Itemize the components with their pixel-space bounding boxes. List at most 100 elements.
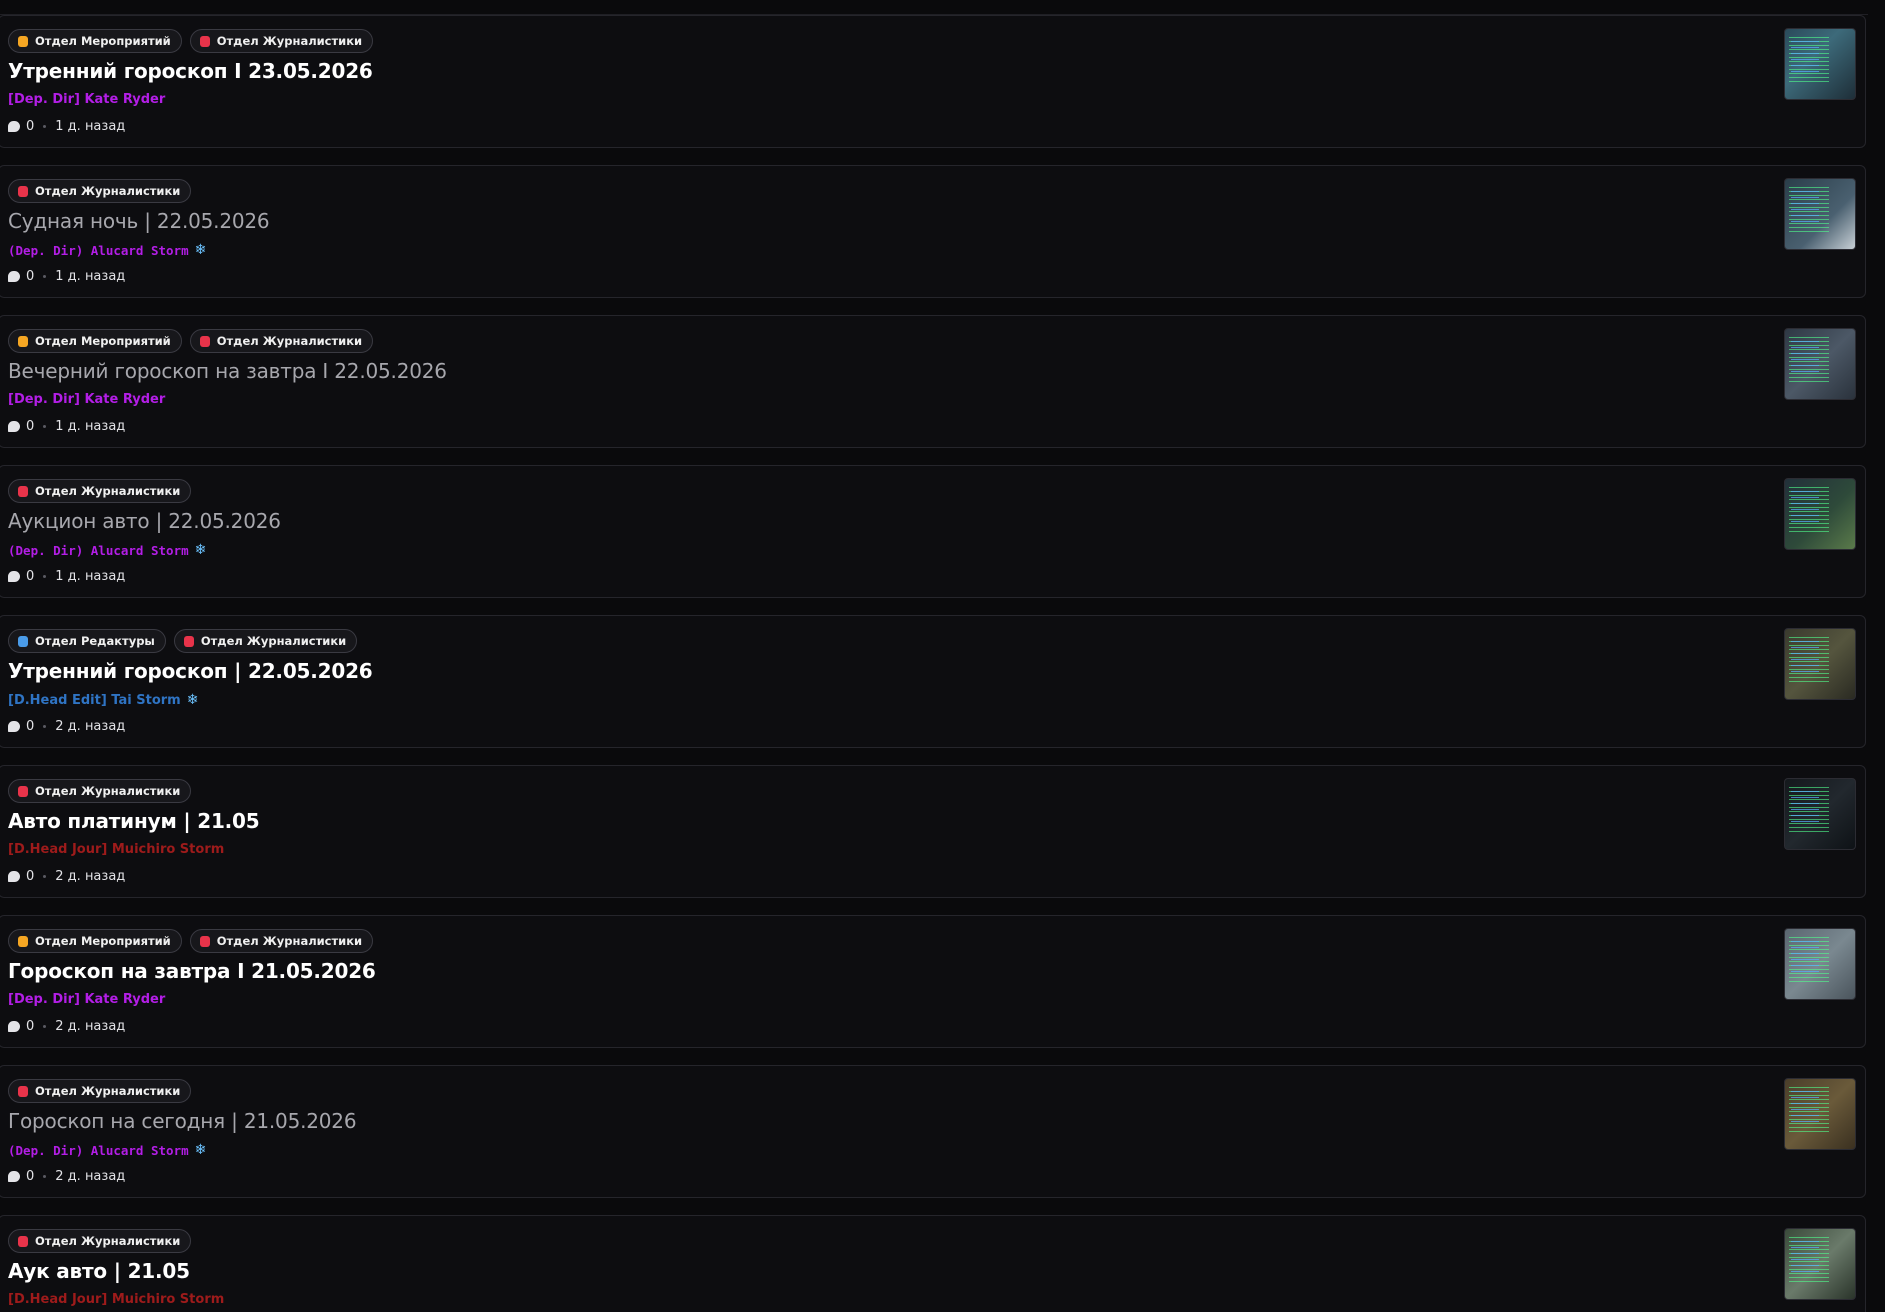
tag-badge[interactable]: Отдел Журналистики bbox=[8, 1229, 192, 1253]
author-name[interactable]: [Dep. Dir] Kate Ryder bbox=[8, 92, 165, 107]
tag-label: Отдел Мероприятий bbox=[35, 934, 171, 948]
reply-count: 0 bbox=[26, 119, 35, 134]
tag-label: Отдел Журналистики bbox=[35, 1084, 181, 1098]
thread-time: 2 д. назад bbox=[55, 719, 126, 734]
tag-label: Отдел Журналистики bbox=[200, 634, 347, 648]
tag-badge[interactable]: Отдел Журналистики bbox=[8, 1079, 192, 1103]
thread-item-6[interactable]: Отдел Журналистики Авто платинум | 21.05… bbox=[0, 765, 1866, 898]
thread-title[interactable]: Судная ночь | 22.05.2026 bbox=[8, 209, 270, 233]
tag-badge[interactable]: Отдел Журналистики bbox=[189, 329, 374, 353]
thread-title[interactable]: Утренний гороскоп | 22.05.2026 bbox=[8, 659, 373, 683]
author-name[interactable]: [Dep. Dir] Kate Ryder bbox=[8, 392, 165, 407]
author-name[interactable]: [D.Head Edit] Tai Storm bbox=[8, 693, 181, 708]
thread-title[interactable]: Авто платинум | 21.05 bbox=[8, 809, 260, 833]
meta-separator bbox=[43, 725, 47, 728]
thread-tags: Отдел Журналистики bbox=[8, 179, 192, 203]
thread-tags: Отдел Мероприятий Отдел Журналистики bbox=[8, 329, 374, 353]
thumbnail-text-overlay bbox=[1791, 791, 1819, 827]
thread-author[interactable]: (Dep. Dir) Alucard Storm ❄ bbox=[8, 242, 206, 258]
tag-color-icon bbox=[183, 635, 194, 647]
thread-author[interactable]: [Dep. Dir] Kate Ryder bbox=[8, 992, 171, 1007]
author-name[interactable]: (Dep. Dir) Alucard Storm bbox=[8, 243, 189, 258]
thread-thumbnail[interactable] bbox=[1784, 28, 1856, 100]
reply-count: 0 bbox=[26, 1019, 35, 1034]
thread-thumbnail[interactable] bbox=[1784, 778, 1856, 850]
thread-item-5[interactable]: Отдел Редактуры Отдел Журналистики Утренн… bbox=[0, 615, 1866, 748]
tag-badge[interactable]: Отдел Журналистики bbox=[189, 29, 374, 53]
thread-title[interactable]: Аук авто | 21.05 bbox=[8, 1259, 190, 1283]
tag-badge[interactable]: Отдел Мероприятий bbox=[8, 929, 182, 953]
thread-thumbnail[interactable] bbox=[1784, 1078, 1856, 1150]
thread-item-2[interactable]: Отдел Журналистики Судная ночь | 22.05.2… bbox=[0, 165, 1866, 298]
thread-item-8[interactable]: Отдел Журналистики Гороскоп на сегодня |… bbox=[0, 1065, 1866, 1198]
comment-icon bbox=[8, 1021, 20, 1032]
tag-badge[interactable]: Отдел Журналистики bbox=[8, 479, 192, 503]
tag-color-icon bbox=[18, 335, 28, 347]
snowflake-icon: ❄ bbox=[186, 692, 199, 708]
thread-meta: 0 2 д. назад bbox=[8, 719, 125, 734]
thread-title[interactable]: Гороскоп на завтра I 21.05.2026 bbox=[8, 959, 376, 983]
thread-item-3[interactable]: Отдел Мероприятий Отдел Журналистики Вече… bbox=[0, 315, 1866, 448]
thread-author[interactable]: [D.Head Jour] Muichiro Storm bbox=[8, 1292, 230, 1307]
tag-color-icon bbox=[199, 935, 210, 947]
comment-icon bbox=[8, 871, 20, 882]
thread-author[interactable]: [Dep. Dir] Kate Ryder bbox=[8, 92, 171, 107]
thread-title[interactable]: Утренний гороскоп I 23.05.2026 bbox=[8, 59, 373, 83]
author-name[interactable]: [D.Head Jour] Muichiro Storm bbox=[8, 842, 224, 857]
tag-badge[interactable]: Отдел Журналистики bbox=[189, 929, 374, 953]
thread-author[interactable]: (Dep. Dir) Alucard Storm ❄ bbox=[8, 1142, 206, 1158]
thread-meta: 0 1 д. назад bbox=[8, 119, 125, 134]
thumbnail-text-overlay bbox=[1791, 1241, 1819, 1277]
tag-badge[interactable]: Отдел Журналистики bbox=[8, 779, 192, 803]
thread-item-7[interactable]: Отдел Мероприятий Отдел Журналистики Горо… bbox=[0, 915, 1866, 1048]
reply-count: 0 bbox=[26, 269, 35, 284]
thread-thumbnail[interactable] bbox=[1784, 928, 1856, 1000]
tag-color-icon bbox=[18, 935, 28, 947]
meta-separator bbox=[43, 125, 47, 128]
tag-label: Отдел Журналистики bbox=[35, 1234, 181, 1248]
thread-author[interactable]: [D.Head Jour] Muichiro Storm bbox=[8, 842, 230, 857]
author-name[interactable]: (Dep. Dir) Alucard Storm bbox=[8, 543, 189, 558]
thread-meta: 0 2 д. назад bbox=[8, 869, 125, 884]
thread-item-1[interactable]: Отдел Мероприятий Отдел Журналистики Утре… bbox=[0, 15, 1866, 148]
thumbnail-text-overlay bbox=[1791, 941, 1819, 977]
comment-icon bbox=[8, 721, 20, 732]
thread-author[interactable]: (Dep. Dir) Alucard Storm ❄ bbox=[8, 542, 206, 558]
author-name[interactable]: [D.Head Jour] Muichiro Storm bbox=[8, 1292, 224, 1307]
thread-author[interactable]: [D.Head Edit] Tai Storm ❄ bbox=[8, 692, 198, 708]
thread-item-4[interactable]: Отдел Журналистики Аукцион авто | 22.05.… bbox=[0, 465, 1866, 598]
tag-badge[interactable]: Отдел Мероприятий bbox=[8, 29, 182, 53]
thread-tags: Отдел Мероприятий Отдел Журналистики bbox=[8, 929, 374, 953]
thread-thumbnail[interactable] bbox=[1784, 478, 1856, 550]
tag-color-icon bbox=[199, 35, 210, 47]
thread-author[interactable]: [Dep. Dir] Kate Ryder bbox=[8, 392, 171, 407]
tag-label: Отдел Редактуры bbox=[35, 634, 155, 648]
tag-badge[interactable]: Отдел Редактуры bbox=[8, 629, 166, 653]
tag-badge[interactable]: Отдел Журналистики bbox=[8, 179, 192, 203]
thread-thumbnail[interactable] bbox=[1784, 328, 1856, 400]
thread-title[interactable]: Аукцион авто | 22.05.2026 bbox=[8, 509, 281, 533]
comment-icon bbox=[8, 271, 20, 282]
tag-badge[interactable]: Отдел Мероприятий bbox=[8, 329, 182, 353]
thread-thumbnail[interactable] bbox=[1784, 178, 1856, 250]
thread-thumbnail[interactable] bbox=[1784, 1228, 1856, 1300]
thumbnail-text-overlay bbox=[1791, 641, 1819, 677]
thread-time: 1 д. назад bbox=[55, 569, 126, 584]
thread-time: 2 д. назад bbox=[55, 1019, 126, 1034]
tag-color-icon bbox=[199, 335, 210, 347]
thread-meta: 0 2 д. назад bbox=[8, 1019, 125, 1034]
thread-tags: Отдел Мероприятий Отдел Журналистики bbox=[8, 29, 374, 53]
author-name[interactable]: (Dep. Dir) Alucard Storm bbox=[8, 1143, 189, 1158]
tag-badge[interactable]: Отдел Журналистики bbox=[173, 629, 358, 653]
meta-separator bbox=[43, 1175, 47, 1178]
thumbnail-text-overlay bbox=[1791, 41, 1819, 77]
tag-label: Отдел Журналистики bbox=[216, 334, 363, 348]
thread-title[interactable]: Вечерний гороскоп на завтра I 22.05.2026 bbox=[8, 359, 447, 383]
thumbnail-text-overlay bbox=[1791, 191, 1819, 227]
author-name[interactable]: [Dep. Dir] Kate Ryder bbox=[8, 992, 165, 1007]
thread-thumbnail[interactable] bbox=[1784, 628, 1856, 700]
thread-item-9[interactable]: Отдел Журналистики Аук авто | 21.05 [D.H… bbox=[0, 1215, 1866, 1312]
thread-title[interactable]: Гороскоп на сегодня | 21.05.2026 bbox=[8, 1109, 357, 1133]
reply-count: 0 bbox=[26, 869, 35, 884]
snowflake-icon: ❄ bbox=[194, 542, 207, 558]
